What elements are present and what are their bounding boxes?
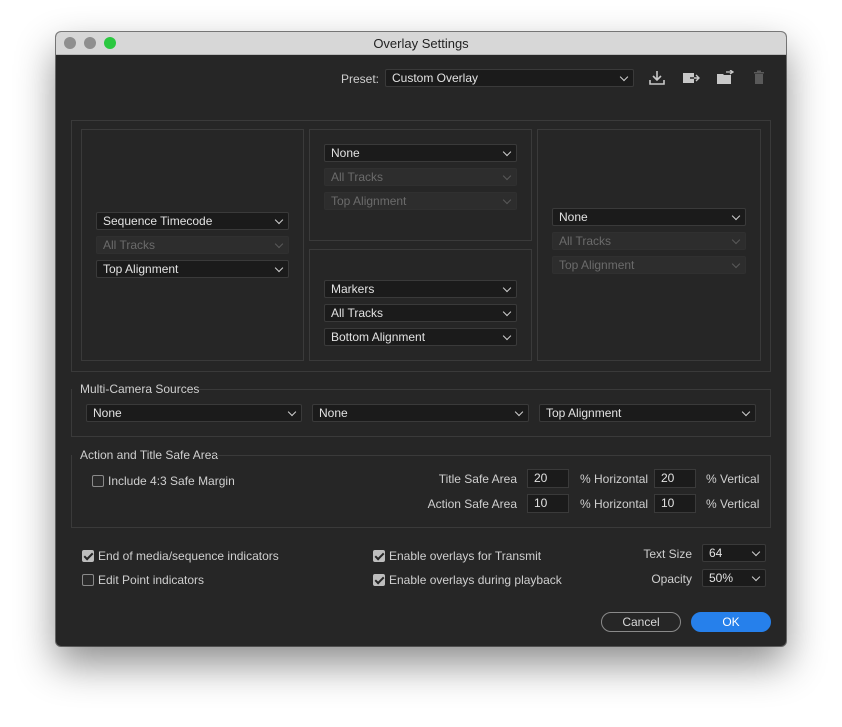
- opacity-value: 50%: [709, 571, 734, 585]
- chevron-down-icon: [502, 331, 512, 341]
- center-bottom-tracks-value: All Tracks: [331, 306, 384, 320]
- edit-point-label: Edit Point indicators: [98, 573, 205, 587]
- action-vertical-unit: % Vertical: [706, 497, 760, 511]
- multicam-source1-value: None: [93, 406, 122, 420]
- multicam-source1-dropdown[interactable]: None: [86, 404, 302, 422]
- chevron-down-icon: [274, 215, 284, 225]
- action-safe-vertical-input[interactable]: 10: [654, 494, 696, 513]
- export-preset-icon[interactable]: [716, 70, 734, 86]
- title-safe-horizontal-input[interactable]: 20: [527, 469, 569, 488]
- left-type-dropdown[interactable]: Sequence Timecode: [96, 212, 289, 230]
- right-alignment-dropdown: Top Alignment: [552, 256, 746, 274]
- left-alignment-dropdown[interactable]: Top Alignment: [96, 260, 289, 278]
- transmit-checkbox[interactable]: [373, 550, 385, 562]
- opacity-label: Opacity: [651, 572, 692, 586]
- center-top-type-dropdown[interactable]: None: [324, 144, 517, 162]
- chevron-down-icon: [502, 283, 512, 293]
- chevron-down-icon: [502, 171, 512, 181]
- preset-label: Preset:: [341, 72, 380, 86]
- center-bottom-tracks-dropdown[interactable]: All Tracks: [324, 304, 517, 322]
- multicam-source2-dropdown[interactable]: None: [312, 404, 529, 422]
- opacity-dropdown[interactable]: 50%: [702, 569, 766, 587]
- ok-button[interactable]: OK: [691, 612, 771, 632]
- transmit-label: Enable overlays for Transmit: [389, 549, 542, 563]
- include-43-checkbox[interactable]: [92, 475, 104, 487]
- delete-preset-icon[interactable]: [750, 70, 768, 86]
- left-type-value: Sequence Timecode: [103, 214, 213, 228]
- title-bar: Overlay Settings: [56, 32, 786, 55]
- left-alignment-value: Top Alignment: [103, 262, 179, 276]
- chevron-down-icon: [274, 239, 284, 249]
- text-size-value: 64: [709, 546, 723, 560]
- center-top-alignment-dropdown: Top Alignment: [324, 192, 517, 210]
- chevron-down-icon: [502, 195, 512, 205]
- window-title: Overlay Settings: [373, 36, 469, 51]
- right-type-value: None: [559, 210, 588, 224]
- chevron-down-icon: [502, 147, 512, 157]
- action-horizontal-unit: % Horizontal: [580, 497, 649, 511]
- preset-value: Custom Overlay: [392, 71, 479, 85]
- chevron-down-icon: [731, 235, 741, 245]
- multicam-alignment-value: Top Alignment: [546, 406, 622, 420]
- preset-dropdown[interactable]: Custom Overlay: [385, 69, 634, 87]
- center-bottom-type-dropdown[interactable]: Markers: [324, 280, 517, 298]
- center-top-type-value: None: [331, 146, 360, 160]
- right-tracks-dropdown: All Tracks: [552, 232, 746, 250]
- left-tracks-value: All Tracks: [103, 238, 156, 252]
- chevron-down-icon: [619, 72, 629, 82]
- chevron-down-icon: [274, 263, 284, 273]
- title-safe-vertical-input[interactable]: 20: [654, 469, 696, 488]
- import-preset-icon[interactable]: [682, 70, 700, 86]
- title-safe-label: Title Safe Area: [438, 472, 517, 486]
- action-safe-label: Action Safe Area: [427, 497, 517, 511]
- center-bottom-alignment-dropdown[interactable]: Bottom Alignment: [324, 328, 517, 346]
- multicam-source2-value: None: [319, 406, 348, 420]
- action-safe-horizontal-input[interactable]: 10: [527, 494, 569, 513]
- left-tracks-dropdown: All Tracks: [96, 236, 289, 254]
- chevron-down-icon: [502, 307, 512, 317]
- center-bottom-type-value: Markers: [331, 282, 375, 296]
- chevron-down-icon: [731, 211, 741, 221]
- include-43-label: Include 4:3 Safe Margin: [108, 474, 235, 488]
- text-size-dropdown[interactable]: 64: [702, 544, 766, 562]
- multicam-alignment-dropdown[interactable]: Top Alignment: [539, 404, 756, 422]
- right-tracks-value: All Tracks: [559, 234, 612, 248]
- save-preset-icon[interactable]: [648, 70, 666, 86]
- right-alignment-value: Top Alignment: [559, 258, 635, 272]
- title-vertical-unit: % Vertical: [706, 472, 760, 486]
- chevron-down-icon: [287, 407, 297, 417]
- chevron-down-icon: [741, 407, 751, 417]
- playback-label: Enable overlays during playback: [389, 573, 562, 587]
- chevron-down-icon: [751, 547, 761, 557]
- cancel-button[interactable]: Cancel: [601, 612, 681, 632]
- text-size-label: Text Size: [643, 547, 692, 561]
- end-of-media-label: End of media/sequence indicators: [98, 549, 279, 563]
- chevron-down-icon: [514, 407, 524, 417]
- end-of-media-checkbox[interactable]: [82, 550, 94, 562]
- overlay-settings-dialog: Overlay Settings Preset: Custom Overlay …: [56, 32, 786, 646]
- chevron-down-icon: [751, 572, 761, 582]
- right-type-dropdown[interactable]: None: [552, 208, 746, 226]
- edit-point-checkbox[interactable]: [82, 574, 94, 586]
- center-bottom-alignment-value: Bottom Alignment: [331, 330, 426, 344]
- center-top-alignment-value: Top Alignment: [331, 194, 407, 208]
- chevron-down-icon: [731, 259, 741, 269]
- title-horizontal-unit: % Horizontal: [580, 472, 649, 486]
- center-top-tracks-value: All Tracks: [331, 170, 384, 184]
- playback-checkbox[interactable]: [373, 574, 385, 586]
- safe-area-panel: [71, 455, 771, 528]
- center-top-tracks-dropdown: All Tracks: [324, 168, 517, 186]
